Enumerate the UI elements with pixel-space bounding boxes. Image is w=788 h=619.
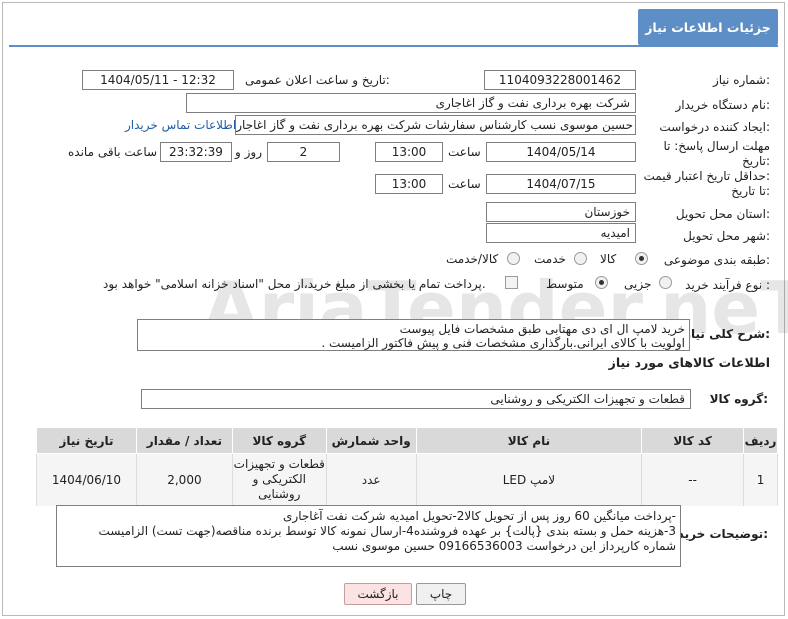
col-group-header: گروه کالا xyxy=(231,427,327,454)
table-row[interactable]: 1 -- لامپ LED عدد قطعات و تجهیزات الکتری… xyxy=(36,453,778,506)
province-field: خوزستان xyxy=(486,202,636,222)
cell-name: لامپ LED xyxy=(415,453,643,506)
cell-unit: عدد xyxy=(325,453,417,506)
category-radio-service[interactable] xyxy=(574,252,587,265)
days-label: روز و xyxy=(235,145,262,159)
cell-code: -- xyxy=(641,453,745,506)
cell-date: 1404/06/10 xyxy=(36,453,137,506)
price-validity-label: حداقل تاریخ اعتبار قیمت: تا تاریخ: xyxy=(643,169,770,198)
table-header-row: ردیف کد کالا نام کالا واحد شمارش گروه کا… xyxy=(36,427,778,454)
buyer-org-label: نام دستگاه خریدار: xyxy=(675,98,771,112)
days-field: 2 xyxy=(267,142,340,162)
city-label: شهر محل تحویل: xyxy=(683,229,770,243)
col-unit-header: واحد شمارش xyxy=(325,427,417,454)
buyer-org-field: شرکت بهره برداری نفت و گاز اغاجاری xyxy=(186,93,636,113)
price-time-field: 13:00 xyxy=(375,174,443,194)
category-option-both: کالا/خدمت xyxy=(446,252,499,266)
cell-row: 1 xyxy=(743,453,778,506)
buyer-notes-textarea[interactable]: -پرداخت میانگین 60 روز پس از تحویل کالا2… xyxy=(56,505,681,567)
category-option-goods: کالا xyxy=(600,252,617,266)
send-date-field: 1404/05/14 xyxy=(486,142,636,162)
category-label: طبقه بندی موضوعی: xyxy=(663,253,770,267)
process-option-minor: جزیی xyxy=(624,277,652,291)
need-number-label: شماره نیاز: xyxy=(712,73,770,87)
print-button[interactable]: چاپ xyxy=(416,583,466,605)
col-qty-header: تعداد / مقدار xyxy=(135,427,233,454)
send-time-field: 13:00 xyxy=(375,142,443,162)
description-textarea[interactable]: خرید لامپ ال ای دی مهتابی طبق مشخصات فای… xyxy=(137,319,690,351)
items-table: ردیف کد کالا نام کالا واحد شمارش گروه کا… xyxy=(36,427,778,506)
category-option-service: خدمت xyxy=(534,252,566,266)
province-label: استان محل تحویل: xyxy=(675,207,770,221)
col-name-header: نام کالا xyxy=(415,427,643,454)
title-divider xyxy=(9,45,778,47)
page-title: جزئیات اطلاعات نیاز xyxy=(638,9,778,45)
send-time-label: ساعت xyxy=(448,145,481,159)
remaining-time-label: ساعت باقی مانده xyxy=(68,145,158,159)
need-number-field: 1104093228001462 xyxy=(484,70,636,90)
category-radio-both[interactable] xyxy=(507,252,520,265)
process-option-medium: متوسط xyxy=(546,277,584,291)
goods-group-field: قطعات و تجهیزات الکتریکی و روشنایی xyxy=(141,389,691,409)
col-code-header: کد کالا xyxy=(641,427,745,454)
process-label: نوع فرآیند خرید : xyxy=(685,278,770,292)
buyer-notes-label: توضیحات خریدار: xyxy=(666,527,768,541)
cell-group: قطعات و تجهیزات الکتریکی و روشنایی xyxy=(231,453,327,506)
contact-info-link[interactable]: اطلاعات تماس خریدار xyxy=(125,118,236,132)
goods-section-title: اطلاعات کالاهای مورد نیاز xyxy=(608,355,770,370)
creator-field: حسین موسوی نسب کارشناس سفارشات شرکت بهره… xyxy=(235,115,636,135)
creator-label: ایجاد کننده درخواست: xyxy=(659,120,770,134)
announce-label: تاریخ و ساعت اعلان عمومی: xyxy=(245,73,390,87)
details-panel: جزئیات اطلاعات نیاز AriaTender.neT شماره… xyxy=(2,2,788,616)
col-date-header: تاریخ نیاز xyxy=(36,427,137,454)
price-date-field: 1404/07/15 xyxy=(486,174,636,194)
treasury-payment-note: پرداخت تمام یا بخشی از مبلغ خرید،از محل … xyxy=(103,277,486,291)
goods-group-label: گروه کالا: xyxy=(709,392,768,406)
cell-qty: 2,000 xyxy=(135,453,233,506)
category-radio-goods[interactable] xyxy=(635,252,648,265)
description-label: شرح کلی نیاز: xyxy=(684,327,770,341)
treasury-payment-checkbox[interactable] xyxy=(505,276,518,289)
price-time-label: ساعت xyxy=(448,177,481,191)
process-radio-medium[interactable] xyxy=(595,276,608,289)
back-button[interactable]: بازگشت xyxy=(344,583,412,605)
col-row-header: ردیف xyxy=(743,427,778,454)
announce-field: 1404/05/11 - 12:32 xyxy=(82,70,234,90)
city-field: امیدیه xyxy=(486,223,636,243)
remaining-time-field: 23:32:39 xyxy=(160,142,232,162)
send-deadline-label: مهلت ارسال پاسخ: تا تاریخ: xyxy=(663,139,770,168)
process-radio-minor[interactable] xyxy=(659,276,672,289)
